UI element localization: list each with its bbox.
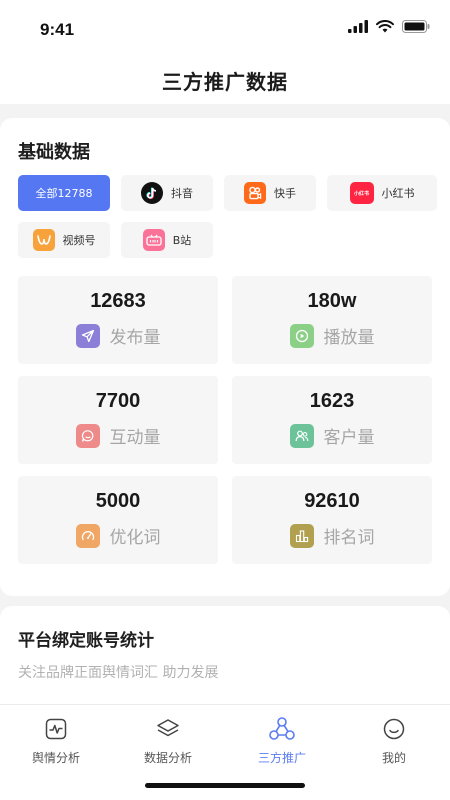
home-indicator <box>145 783 305 788</box>
stat-ranking-label: 排名词 <box>323 528 375 548</box>
tab-sentiment[interactable]: 舆情分析 <box>0 715 112 775</box>
chip-shipinhao[interactable]: 视频号 <box>18 222 110 258</box>
xiaohongshu-icon: 小红书 <box>349 182 374 204</box>
status-icons <box>348 20 430 33</box>
status-time: 9:41 <box>40 20 75 39</box>
stat-interaction-label: 互动量 <box>109 428 161 448</box>
chip-all[interactable]: 全部12788 <box>18 175 110 211</box>
platform-title: 平台绑定账号统计 <box>18 631 154 651</box>
nav-bar: 三方推广数据 <box>0 56 450 104</box>
tab-mine-label: 我的 <box>381 751 406 765</box>
tab-third-party[interactable]: 三方推广 <box>226 715 338 775</box>
stat-optimize-label: 优化词 <box>109 528 161 548</box>
stat-views-value: 180w <box>307 290 357 312</box>
chip-kuaishou[interactable]: 快手 <box>224 175 316 211</box>
chip-bilibili[interactable]: B站 <box>121 222 213 258</box>
stat-optimize-value: 5000 <box>95 490 141 512</box>
signal-icon <box>348 20 368 33</box>
send-icon <box>75 323 100 348</box>
chip-douyin[interactable]: 抖音 <box>121 175 213 211</box>
chip-all-label: 全部12788 <box>35 187 93 200</box>
stat-publish-value: 12683 <box>90 290 146 312</box>
chip-xiaohongshu[interactable]: 小红书 小红书 <box>327 175 437 211</box>
gauge-icon <box>75 523 100 548</box>
users-icon <box>289 423 314 448</box>
stat-views[interactable]: 180w 播放量 <box>232 276 432 364</box>
stat-optimize[interactable]: 5000 优化词 <box>18 476 218 564</box>
tab-third-party-label: 三方推广 <box>257 751 306 765</box>
stat-ranking-value: 92610 <box>304 490 360 512</box>
kuaishou-icon <box>244 182 266 204</box>
basic-data-title: 基础数据 <box>18 142 90 163</box>
chip-shipinhao-label: 视频号 <box>62 234 96 247</box>
ranking-icon <box>289 523 314 548</box>
battery-icon <box>402 20 430 33</box>
chip-xiaohongshu-label: 小红书 <box>381 187 415 200</box>
bilibili-icon <box>142 229 165 251</box>
pulse-icon <box>42 715 70 743</box>
douyin-icon <box>141 182 163 204</box>
tab-sentiment-label: 舆情分析 <box>31 751 80 765</box>
tab-data-analysis-label: 数据分析 <box>143 751 192 765</box>
stat-interaction-value: 7700 <box>95 390 141 412</box>
stat-publish-label: 发布量 <box>109 328 161 348</box>
basic-data-card: 基础数据 全部12788 抖音 快手 小红书 小红书 视频号 B站 12683 … <box>0 118 450 596</box>
shipinhao-icon <box>32 229 55 251</box>
platform-subtitle: 关注品牌正面舆情词汇 助力发展 <box>18 665 219 681</box>
stat-customers[interactable]: 1623 客户量 <box>232 376 432 464</box>
network-icon <box>268 715 296 743</box>
stat-publish[interactable]: 12683 发布量 <box>18 276 218 364</box>
stat-customers-value: 1623 <box>309 390 355 412</box>
tab-mine[interactable]: 我的 <box>338 715 450 775</box>
tab-data-analysis[interactable]: 数据分析 <box>112 715 224 775</box>
chat-icon <box>75 423 100 448</box>
stat-views-label: 播放量 <box>323 328 375 348</box>
stat-interaction[interactable]: 7700 互动量 <box>18 376 218 464</box>
wifi-icon <box>376 20 394 33</box>
page-title: 三方推广数据 <box>162 69 288 94</box>
play-icon <box>289 323 314 348</box>
stat-customers-label: 客户量 <box>323 428 375 448</box>
layers-icon <box>154 715 182 743</box>
status-bar: 9:41 <box>0 0 450 56</box>
stat-ranking[interactable]: 92610 排名词 <box>232 476 432 564</box>
chip-douyin-label: 抖音 <box>171 187 193 200</box>
chip-kuaishou-label: 快手 <box>274 187 296 200</box>
chip-bilibili-label: B站 <box>172 234 192 247</box>
smile-icon <box>380 715 408 743</box>
